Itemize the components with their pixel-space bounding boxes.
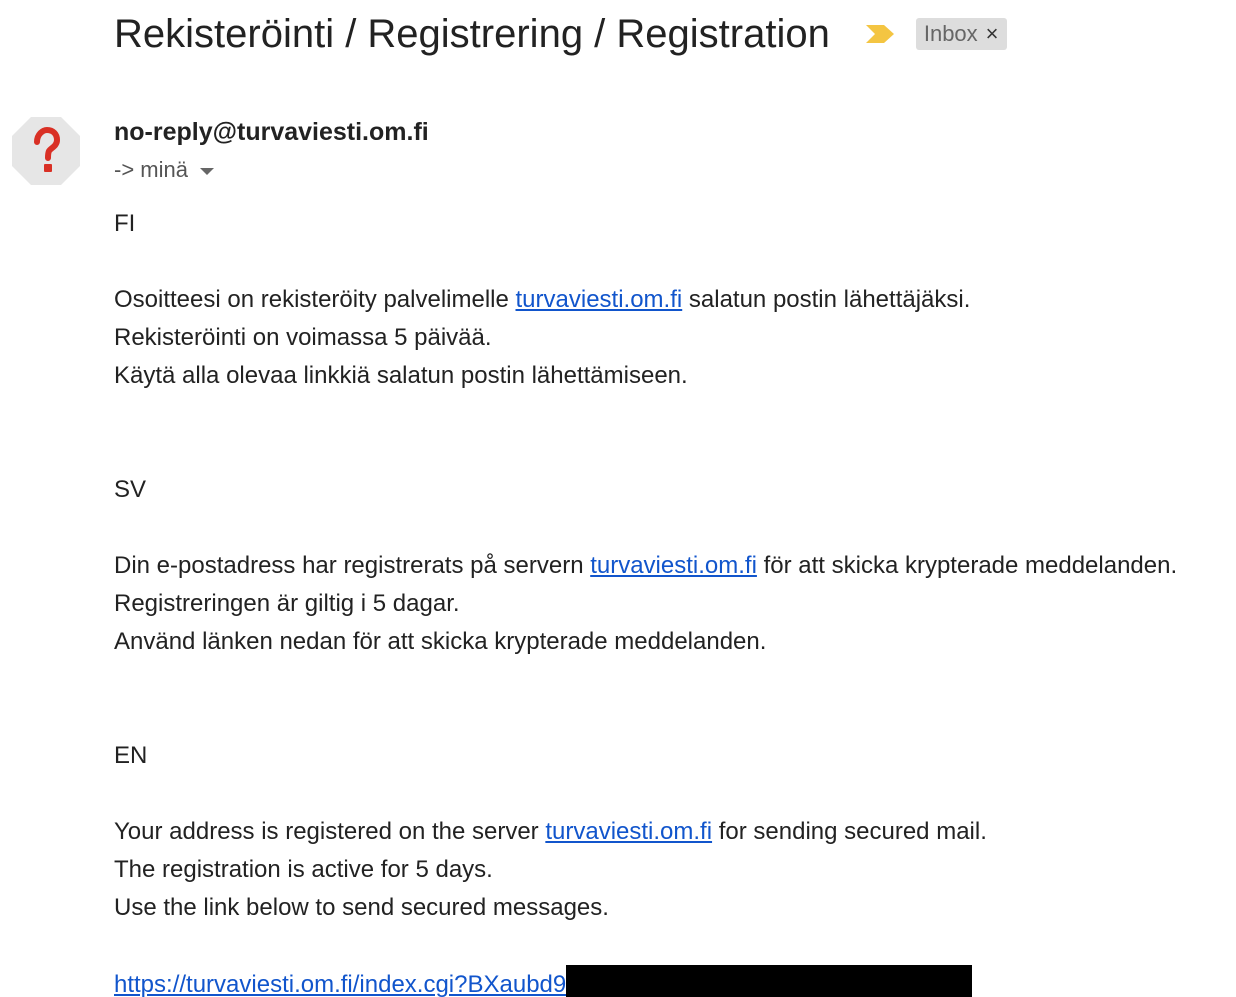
fi-server-link[interactable]: turvaviesti.om.fi: [516, 286, 683, 313]
sender-address[interactable]: no-reply@turvaviesti.om.fi: [114, 115, 429, 149]
sv-line-2: Registreringen är giltig i 5 dagar.: [114, 590, 460, 617]
chevron-down-icon[interactable]: [199, 168, 214, 175]
registration-link[interactable]: https://turvaviesti.om.fi/index.cgi?BXau…: [114, 966, 566, 997]
fi-heading: FI: [114, 210, 136, 237]
sv-line-1-text-a: Din e-postadress har registrerats på ser…: [114, 552, 591, 579]
email-view: Rekisteröinti / Registrering / Registrat…: [0, 0, 1236, 997]
email-subject: Rekisteröinti / Registrering / Registrat…: [114, 12, 830, 56]
fi-line-3: Käytä alla olevaa linkkiä salatun postin…: [114, 362, 688, 389]
fi-line-1-text-a: Osoitteesi on rekisteröity palvelimelle: [114, 286, 516, 313]
sv-line-1: Din e-postadress har registrerats på ser…: [114, 547, 1234, 585]
registration-link-row: https://turvaviesti.om.fi/index.cgi?BXau…: [114, 965, 1234, 997]
email-body: FI Osoitteesi on rekisteröity palvelimel…: [114, 205, 1234, 997]
remove-label-icon[interactable]: ×: [986, 23, 999, 45]
subject-row: Rekisteröinti / Registrering / Registrat…: [114, 8, 1007, 60]
en-heading: EN: [114, 742, 148, 769]
sv-line-1-text-b: för att skicka krypterade meddelanden.: [756, 552, 1178, 579]
label-chip-text: Inbox: [923, 21, 978, 46]
sv-line-3: Använd länken nedan för att skicka krypt…: [114, 628, 767, 655]
fi-line-1: Osoitteesi on rekisteröity palvelimelle …: [114, 281, 1234, 319]
en-line-3: Use the link below to send secured messa…: [114, 894, 609, 921]
en-line-2: The registration is active for 5 days.: [114, 856, 493, 883]
en-server-link[interactable]: turvaviesti.om.fi: [545, 818, 712, 845]
en-line-1: Your address is registered on the server…: [114, 813, 1234, 851]
redacted-block: [566, 965, 973, 997]
recipient-row: -> minä: [114, 155, 214, 185]
fi-line-1-text-b: salatun postin lähettäjäksi.: [682, 286, 971, 313]
en-line-1-text-a: Your address is registered on the server: [114, 818, 546, 845]
sender-avatar: [10, 115, 82, 187]
en-line-1-text-b: for sending secured mail.: [712, 818, 987, 845]
sv-heading: SV: [114, 476, 147, 503]
fi-line-2: Rekisteröinti on voimassa 5 päivää.: [114, 324, 492, 351]
unknown-sender-question-icon: [12, 117, 80, 185]
importance-marker-icon[interactable]: [864, 23, 896, 45]
sv-server-link[interactable]: turvaviesti.om.fi: [590, 552, 757, 579]
recipient-text: -> minä: [114, 157, 188, 182]
label-chip-inbox: Inbox ×: [915, 18, 1007, 50]
